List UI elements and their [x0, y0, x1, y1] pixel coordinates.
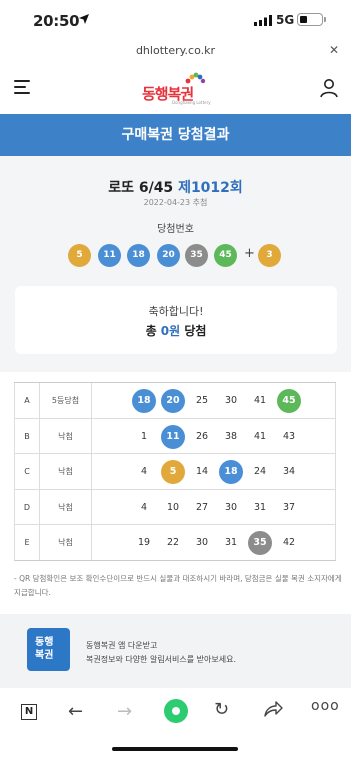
prize-amount: 0원 — [160, 324, 181, 338]
ticket-numbers: 4 10 27 30 31 37 — [92, 489, 336, 524]
user-icon[interactable] — [319, 78, 339, 98]
ticket-number: 30 — [224, 501, 238, 513]
prize-total: 총 0원 당첨 — [145, 324, 207, 338]
ticket-game-label: B — [14, 418, 40, 453]
ticket-number: 34 — [282, 466, 296, 477]
ticket-number: 1 — [140, 430, 148, 442]
matched-number-ball: 5 — [161, 460, 185, 484]
ticket-result: 낙첨 — [40, 489, 92, 524]
browser-toolbar: N ← → ↻ ooo — [0, 688, 351, 738]
home-indicator[interactable] — [112, 747, 238, 751]
winning-number-ball: 45 — [214, 244, 237, 267]
prize-summary: 축하합니다! 총 0원 당첨 — [15, 286, 337, 354]
ticket-number: 42 — [282, 537, 296, 548]
ticket-number: 38 — [224, 430, 238, 442]
table-row: D 낙첨 4 10 27 30 31 37 — [14, 489, 336, 525]
ticket-numbers: 18 20 25 30 41 45 — [92, 383, 336, 418]
naver-n-icon[interactable]: N — [21, 704, 37, 720]
logo-subtext: Donghaeng Lottery — [172, 100, 211, 105]
winning-number-ball: 35 — [185, 244, 208, 267]
app-banner-line1: 동행복권 앱 다운받고 — [86, 641, 158, 650]
ticket-game-label: D — [14, 489, 40, 524]
reload-icon[interactable]: ↻ — [214, 699, 229, 720]
ticket-numbers: 1 11 26 38 41 43 — [92, 418, 336, 453]
network-type: 5G — [276, 13, 295, 27]
ticket-number: 24 — [253, 466, 267, 477]
status-time: 20:50 — [33, 12, 80, 30]
qr-notice: - QR 당첨확인은 보조 확인수단이므로 반드시 실물과 대조하시기 바라며,… — [14, 574, 342, 597]
ticket-number: 22 — [166, 537, 180, 548]
game-name: 로또 6/45 — [108, 180, 174, 196]
page-title: 구매복권 당첨결과 — [0, 114, 351, 156]
app-banner-line2: 복권정보와 다양한 알림서비스를 받아보세요. — [86, 655, 237, 664]
signal-icon — [254, 15, 272, 26]
ticket-number: 41 — [253, 395, 267, 406]
ticket-number: 4 — [140, 501, 148, 513]
matched-number-ball: 18 — [132, 389, 156, 413]
draw-date: 2022-04-23 추첨 — [143, 198, 208, 207]
ticket-number: 4 — [140, 466, 148, 477]
winning-number-ball: 5 — [68, 244, 91, 267]
matched-number-ball: 35 — [248, 531, 272, 555]
ticket-number: 27 — [195, 501, 209, 513]
ticket-table: A 5등당첨 18 20 25 30 41 45 B 낙첨 1 11 26 38 41 43 C 낙첨 4 5 14 18… — [14, 382, 336, 561]
round-title: 로또 6/45 제1012회 — [0, 177, 351, 197]
matched-number-ball: 18 — [219, 460, 243, 484]
hamburger-menu-icon[interactable] — [14, 80, 30, 94]
ticket-number: 43 — [282, 430, 296, 442]
site-logo[interactable]: 동행복권 Donghaeng Lottery — [142, 72, 212, 106]
winning-number-ball: 11 — [98, 244, 121, 267]
ticket-game-label: E — [14, 525, 40, 560]
ticket-number: 30 — [224, 395, 238, 406]
ticket-number: 31 — [224, 537, 238, 548]
bonus-plus-sign: + — [244, 246, 255, 261]
ticket-result: 낙첨 — [40, 525, 92, 560]
location-arrow-icon — [79, 14, 89, 24]
table-row: B 낙첨 1 11 26 38 41 43 — [14, 418, 336, 454]
ticket-number: 26 — [195, 430, 209, 442]
ticket-number: 10 — [166, 501, 180, 513]
matched-number-ball: 11 — [161, 424, 185, 449]
ticket-result: 낙첨 — [40, 418, 92, 453]
ticket-number: 25 — [195, 395, 209, 406]
ticket-numbers: 19 22 30 31 35 42 — [92, 525, 336, 560]
winning-numbers-label: 당첨번호 — [157, 224, 194, 235]
ticket-number: 37 — [282, 501, 296, 513]
ticket-game-label: C — [14, 454, 40, 489]
ticket-number: 31 — [253, 501, 267, 513]
forward-arrow-icon[interactable]: → — [117, 701, 132, 722]
site-header: 동행복권 Donghaeng Lottery — [0, 62, 351, 114]
winning-number-ball: 20 — [157, 244, 180, 267]
home-icon[interactable] — [164, 699, 188, 723]
ticket-result: 5등당첨 — [40, 383, 92, 418]
app-icon[interactable]: 동행 복권 — [27, 628, 70, 671]
ticket-number: 30 — [195, 537, 209, 548]
more-options-icon[interactable]: ooo — [311, 698, 340, 714]
draw-results: 로또 6/45 제1012회 2022-04-23 추첨 당첨번호 5 11 18 2… — [0, 156, 351, 372]
share-icon[interactable] — [263, 700, 283, 718]
battery-icon — [297, 13, 326, 26]
table-row: E 낙첨 19 22 30 31 35 42 — [14, 525, 336, 561]
ticket-numbers: 4 5 14 18 24 34 — [92, 454, 336, 489]
ticket-number: 19 — [137, 537, 151, 548]
matched-number-ball: 45 — [277, 389, 301, 413]
app-download-banner[interactable]: 동행 복권 동행복권 앱 다운받고 복권정보와 다양한 알림서비스를 받아보세요. — [0, 614, 351, 688]
table-row: C 낙첨 4 5 14 18 24 34 — [14, 454, 336, 490]
table-row: A 5등당첨 18 20 25 30 41 45 — [14, 383, 336, 419]
congrats-text: 축하합니다! — [148, 305, 204, 318]
ticket-game-label: A — [14, 383, 40, 418]
ticket-number: 14 — [195, 466, 209, 477]
status-bar: 20:50 5G — [0, 0, 351, 40]
round-number: 제1012회 — [178, 180, 243, 196]
bonus-number-ball: 3 — [258, 244, 281, 267]
ticket-number: 41 — [253, 430, 267, 442]
url-bar[interactable]: dhlottery.co.kr ✕ — [0, 40, 351, 62]
back-arrow-icon[interactable]: ← — [68, 701, 83, 722]
url-text[interactable]: dhlottery.co.kr — [0, 44, 351, 57]
winning-number-ball: 18 — [127, 244, 150, 267]
close-icon[interactable]: ✕ — [329, 43, 339, 57]
matched-number-ball: 20 — [161, 389, 185, 413]
ticket-result: 낙첨 — [40, 454, 92, 489]
